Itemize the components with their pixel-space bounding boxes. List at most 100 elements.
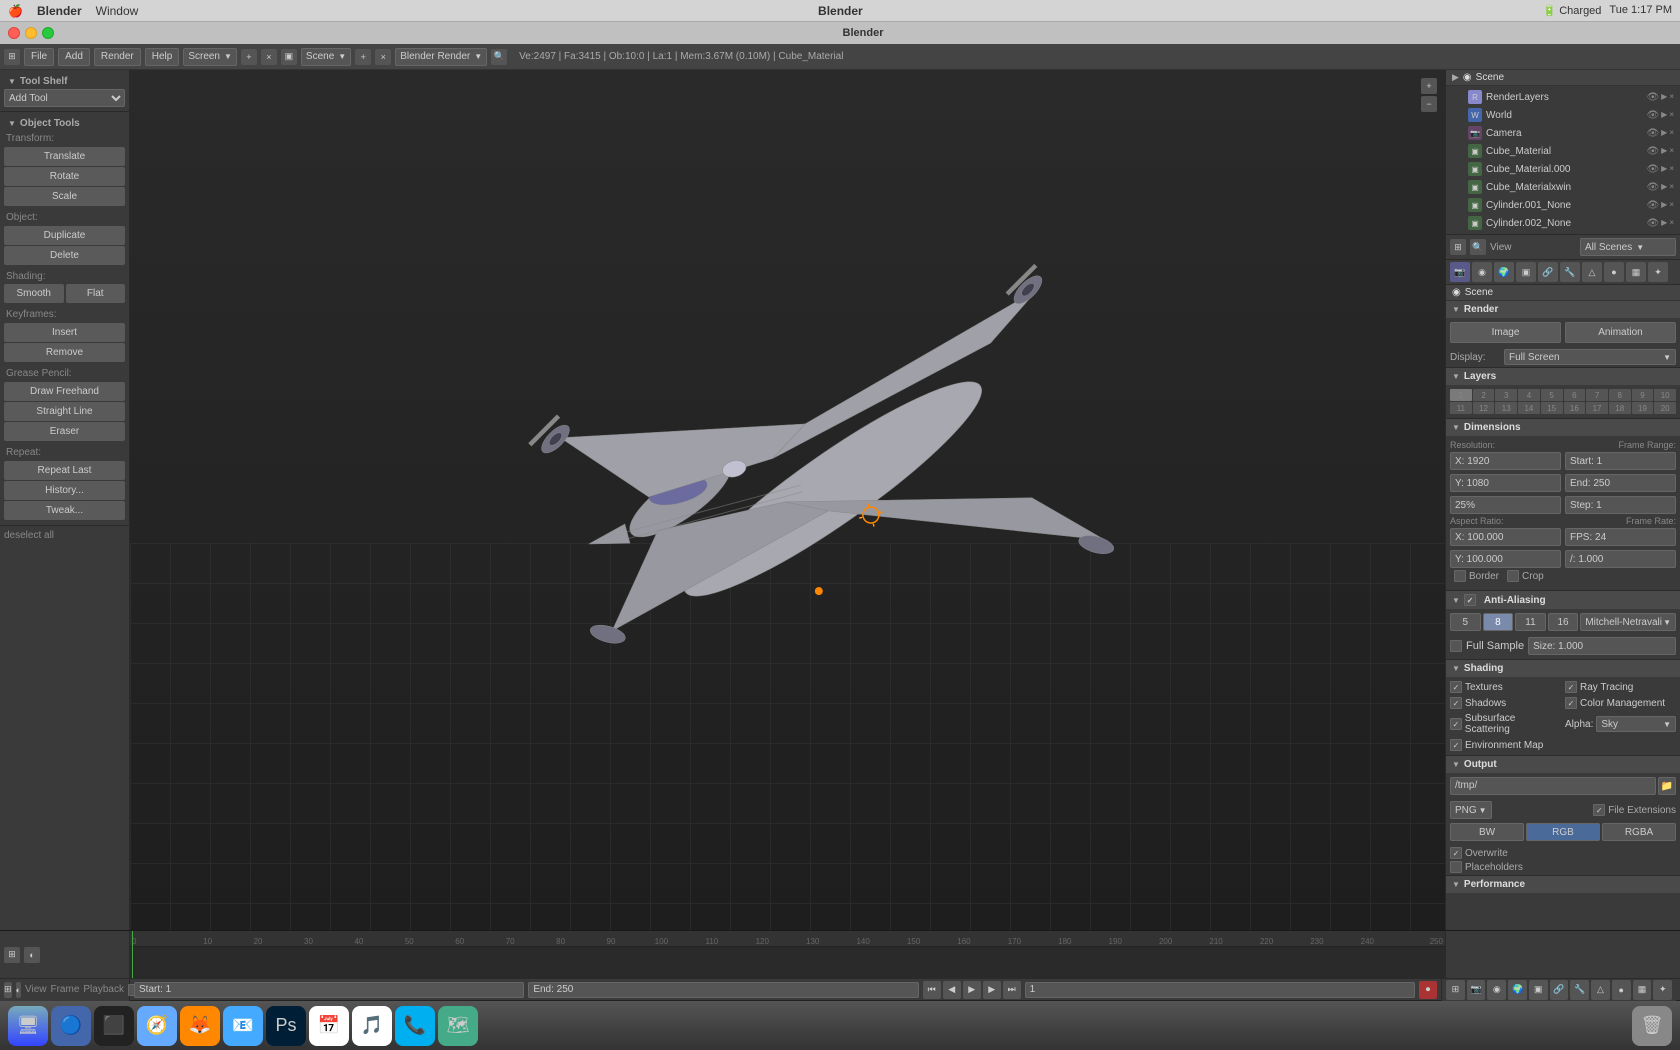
tweak-btn[interactable]: Tweak... [4,501,125,520]
history-btn[interactable]: History... [4,481,125,500]
pb-icon3[interactable]: ◉ [1487,980,1506,1000]
pb-icon2[interactable]: 📷 [1467,980,1486,1000]
screen-icon[interactable]: ⊞ [4,49,20,65]
aa-8-btn[interactable]: 8 [1483,613,1514,631]
tool-shelf-header[interactable]: Tool Shelf [4,74,125,89]
size-field[interactable]: Size: 1.000 [1528,637,1676,655]
overwrite-checkbox[interactable] [1450,847,1462,859]
res-x-field[interactable]: X: 1920 [1450,452,1561,470]
dock-calendar[interactable]: 📅 [309,1006,349,1046]
bw-btn[interactable]: BW [1450,823,1524,841]
layer-13[interactable]: 13 [1495,402,1517,414]
camera-del-icon[interactable]: × [1669,128,1674,139]
current-frame-field[interactable]: 1 [1025,982,1415,998]
dock-mail[interactable]: 📧 [223,1006,263,1046]
tree-item-cube-mat[interactable]: ▣ Cube_Material 👁 ▶ × [1448,142,1678,160]
dock-skype[interactable]: 📞 [395,1006,435,1046]
fps-field[interactable]: FPS: 24 [1565,528,1676,546]
window-menu[interactable]: Window [96,4,139,18]
dock-finder[interactable]: 🖥 [8,1006,48,1046]
shading-header[interactable]: Shading [1446,660,1680,677]
dock-maps[interactable]: 🗺 [438,1006,478,1046]
crop-checkbox[interactable] [1507,570,1519,582]
renderer-dropdown[interactable]: Blender Render ▼ [395,48,487,66]
dock-terminal[interactable]: ⬛ [94,1006,134,1046]
filter-icon[interactable]: 🔍 [1470,239,1486,255]
layer-19[interactable]: 19 [1632,402,1654,414]
res-pct-field[interactable]: 25% [1450,496,1561,514]
cyl002-del-icon[interactable]: × [1669,218,1674,229]
layer-14[interactable]: 14 [1518,402,1540,414]
pb-icon11[interactable]: ✦ [1653,980,1672,1000]
world-props-icon[interactable]: 🌍 [1494,262,1514,282]
tree-item-cyl001[interactable]: ▣ Cylinder.001_None 👁 ▶ × [1448,196,1678,214]
layer-11[interactable]: 11 [1450,402,1472,414]
layer-12[interactable]: 12 [1473,402,1495,414]
tree-item-camera[interactable]: 📷 Camera 👁 ▶ × [1448,124,1678,142]
cmx-del-icon[interactable]: × [1669,182,1674,193]
cyl001-arrow-icon[interactable]: ▶ [1661,200,1667,211]
layer-3[interactable]: 3 [1495,389,1517,401]
end-frame-field[interactable]: End: 250 [528,982,918,998]
camera-eye-icon[interactable]: 👁 [1646,128,1659,139]
jump-start-btn[interactable]: ⏮ [923,981,941,999]
textures-checkbox[interactable] [1450,681,1462,693]
view-label[interactable]: View [25,984,47,995]
file-ext-checkbox[interactable] [1593,804,1605,816]
dock-photoshop[interactable]: Ps [266,1006,306,1046]
alpha-dropdown[interactable]: Sky ▼ [1596,716,1676,732]
all-scenes-dropdown[interactable]: All Scenes ▼ [1580,238,1676,256]
layer-20[interactable]: 20 [1654,402,1676,414]
aa-5-btn[interactable]: 5 [1450,613,1481,631]
layer-2[interactable]: 2 [1473,389,1495,401]
timeline-toggle[interactable]: ◐ [24,947,40,963]
material-icon[interactable]: ● [1604,262,1624,282]
render-section-header[interactable]: Render [1446,301,1680,318]
dock-trash[interactable]: 🗑 [1632,1006,1672,1046]
record-btn[interactable]: ⏺ [1419,981,1437,999]
border-checkbox[interactable] [1454,570,1466,582]
tree-item-cube-mat-000[interactable]: ▣ Cube_Material.000 👁 ▶ × [1448,160,1678,178]
remove-btn[interactable]: Remove [4,343,125,362]
duplicate-btn[interactable]: Duplicate [4,226,125,245]
aa-method-dropdown[interactable]: Mitchell-Netravali ▼ [1580,613,1676,631]
full-sample-checkbox[interactable] [1450,640,1462,652]
layer-1[interactable]: 1 [1450,389,1472,401]
search-icon[interactable]: 🔍 [491,49,507,65]
aa-checkbox[interactable] [1464,594,1476,606]
pb-icon1[interactable]: ⊞ [1446,980,1465,1000]
layer-18[interactable]: 18 [1609,402,1631,414]
help-menu[interactable]: Help [145,48,180,66]
jump-end-btn[interactable]: ⏭ [1003,981,1021,999]
cube-eye-icon[interactable]: 👁 [1646,146,1659,157]
add-scene-icon[interactable]: + [355,49,371,65]
render-menu[interactable]: Render [94,48,141,66]
delete-btn[interactable]: Delete [4,246,125,265]
step-field[interactable]: Step: 1 [1565,496,1676,514]
remove-screen-icon[interactable]: × [261,49,277,65]
shadows-checkbox[interactable] [1450,697,1462,709]
data-icon[interactable]: △ [1582,262,1602,282]
output-header[interactable]: Output [1446,756,1680,773]
particles-icon[interactable]: ✦ [1648,262,1668,282]
sss-checkbox[interactable] [1450,718,1462,730]
playback-label[interactable]: Playback [83,984,124,995]
timeline-main[interactable]: 0 10 20 30 40 50 60 70 80 90 100 110 120… [130,931,1445,978]
layer-7[interactable]: 7 [1586,389,1608,401]
apple-menu[interactable]: 🍎 [8,4,23,18]
del-icon[interactable]: × [1669,92,1674,103]
placeholders-checkbox[interactable] [1450,861,1462,873]
viewport-controls[interactable]: + − [1421,78,1437,112]
color-mgmt-checkbox[interactable] [1565,697,1577,709]
prev-frame-btn[interactable]: ◀ [943,981,961,999]
performance-header[interactable]: Performance [1446,876,1680,893]
world-del-icon[interactable]: × [1669,110,1674,121]
playback-icon-btn[interactable]: ⊞ [4,982,12,998]
cm000-del-icon[interactable]: × [1669,164,1674,175]
animation-btn[interactable]: Animation [1565,322,1676,343]
dock-blender[interactable]: 🔵 [51,1006,91,1046]
arrow-icon[interactable]: ▶ [1661,92,1667,103]
layer-8[interactable]: 8 [1609,389,1631,401]
camera-arrow-icon[interactable]: ▶ [1661,128,1667,139]
modifier-icon[interactable]: 🔧 [1560,262,1580,282]
